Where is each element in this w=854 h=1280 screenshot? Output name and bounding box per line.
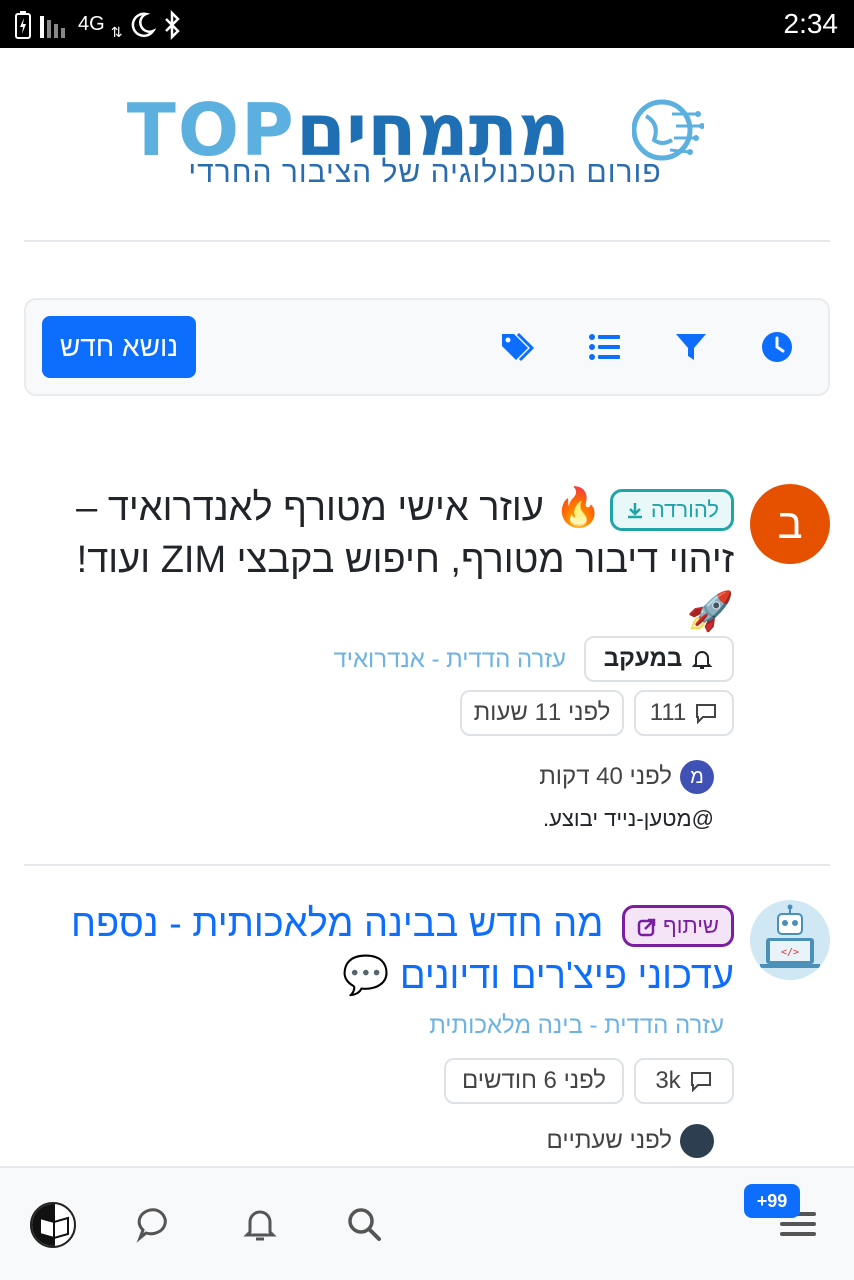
clock-icon[interactable] [760, 330, 794, 364]
share-icon [637, 918, 656, 937]
bell-icon [691, 651, 713, 669]
clock: 2:34 [783, 8, 839, 39]
bell-icon[interactable] [240, 1204, 280, 1244]
moon-icon [132, 12, 157, 37]
reply-count: 111 [634, 690, 734, 736]
user-avatar[interactable] [30, 1202, 76, 1248]
notification-count-badge[interactable]: +99 [744, 1184, 800, 1218]
last-post[interactable]: מ לפני 40 דקות [539, 760, 714, 794]
logo-subtitle: פורום הטכנולוגיה של הציבור החרדי [188, 156, 662, 189]
download-badge[interactable]: להורדה [609, 488, 734, 531]
speech-bubble-emoji: 💬 [341, 955, 390, 997]
new-topic-button[interactable]: נושא חדש [42, 316, 196, 378]
time-ago[interactable]: לפני 6 חודשים [444, 1058, 624, 1104]
last-post[interactable]: לפני שעתיים [547, 1124, 714, 1158]
avatar[interactable]: </> [750, 900, 830, 980]
signal-icon [40, 15, 65, 38]
watch-button[interactable]: במעקב [584, 636, 734, 682]
topic-item[interactable]: ב להורדה 🔥 עוזר אישי מטורף לאנדרואיד – ז… [0, 480, 854, 840]
share-badge[interactable]: שיתוף [621, 904, 734, 947]
topic-title[interactable]: להורדה 🔥 עוזר אישי מטורף לאנדרואיד – זיה… [54, 482, 734, 638]
reply-count: 3k [634, 1058, 734, 1104]
avatar[interactable]: מ [680, 760, 714, 794]
category-link[interactable]: עזרה הדדית - אנדרואיד [333, 646, 566, 674]
post-snippet[interactable]: @מטען-נייד יבוצע. [543, 806, 714, 832]
book-icon [32, 1204, 69, 1246]
svg-text:</>: </> [781, 947, 799, 958]
bottom-nav: +99 [0, 1166, 854, 1280]
filter-icon[interactable] [674, 330, 708, 364]
battery-charging-icon [15, 10, 31, 39]
topic-toolbar: נושא חדש [24, 298, 830, 396]
time-ago[interactable]: לפני 11 שעות [460, 690, 624, 736]
comment-icon [690, 1072, 711, 1093]
divider [24, 240, 830, 242]
download-icon [627, 503, 642, 519]
avatar[interactable]: ב [750, 484, 830, 564]
chat-icon[interactable] [136, 1204, 176, 1244]
topic-item[interactable]: </> שיתוף מה חדש בבינה מלאכותית - נספח ע… [0, 898, 854, 1168]
avatar[interactable] [680, 1124, 714, 1158]
network-type: 4G [78, 13, 105, 35]
rocket-emoji: 🚀 [686, 591, 734, 633]
fire-emoji: 🔥 [554, 487, 602, 529]
category-link[interactable]: עזרה הדדית - בינה מלאכותית [429, 1012, 724, 1040]
site-logo[interactable]: TOP מתמחים פורום הטכנולוגיה של הציבור הח… [127, 90, 720, 200]
comment-icon [696, 704, 717, 725]
status-bar: 4G ⇅ 2:34 [0, 0, 854, 48]
robot-laptop-icon: </> [760, 904, 820, 968]
list-icon[interactable] [588, 330, 622, 364]
tags-icon[interactable] [500, 330, 534, 364]
data-arrows-icon: ⇅ [110, 24, 123, 40]
divider [24, 864, 830, 866]
topic-title[interactable]: שיתוף מה חדש בבינה מלאכותית - נספח עדכונ… [54, 898, 734, 1002]
bluetooth-icon [165, 9, 181, 40]
search-icon[interactable] [344, 1204, 384, 1244]
